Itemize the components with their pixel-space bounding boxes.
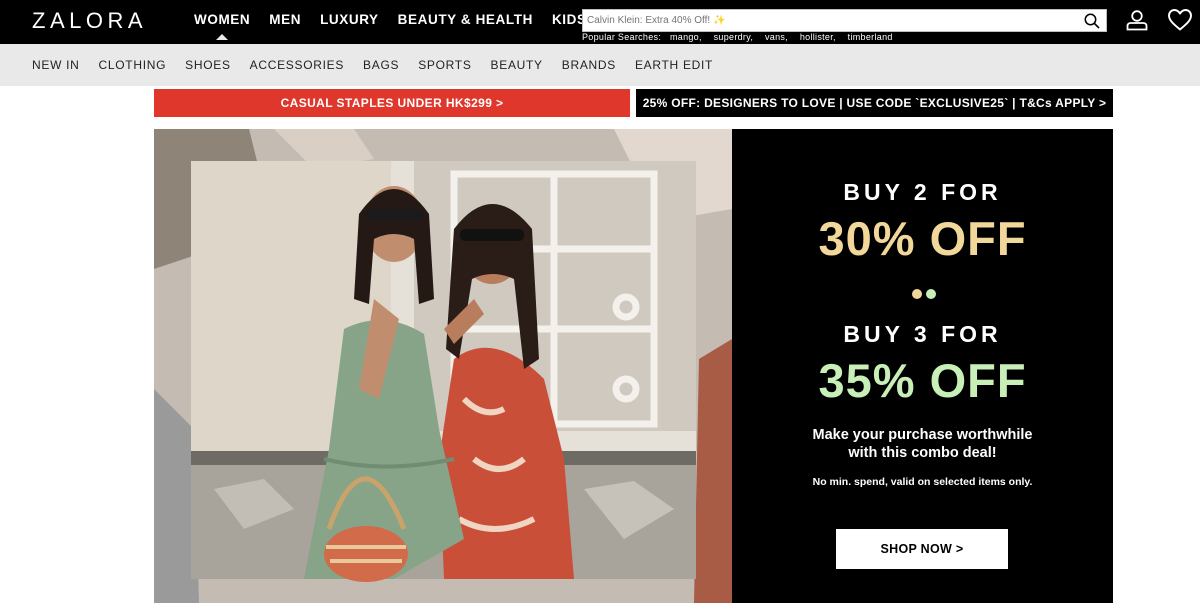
divider-dot: [912, 289, 922, 299]
nav-women[interactable]: WOMEN: [194, 12, 250, 40]
offer-buy-3-heading: BUY 3 FOR: [843, 321, 1002, 347]
category-accessories[interactable]: ACCESSORIES: [250, 58, 344, 72]
nav-men[interactable]: MEN: [269, 12, 301, 27]
promo-banner-designers[interactable]: 25% OFF: DESIGNERS TO LOVE | USE CODE `E…: [636, 89, 1113, 117]
divider-dots: [912, 286, 940, 304]
category-bags[interactable]: BAGS: [363, 58, 399, 72]
divider-dot: [926, 289, 936, 299]
offer-description: Make your purchase worthwhile with this …: [732, 426, 1113, 462]
category-clothing[interactable]: CLOTHING: [99, 58, 167, 72]
nav-beauty-health[interactable]: BEAUTY & HEALTH: [398, 12, 533, 27]
popular-search-link[interactable]: vans,: [765, 32, 788, 42]
zalora-logo[interactable]: ZALORA: [32, 8, 147, 34]
search-input[interactable]: [583, 10, 1073, 31]
popular-search-link[interactable]: timberland: [848, 32, 893, 42]
offer-buy-2-heading: BUY 2 FOR: [843, 179, 1002, 205]
shop-now-button[interactable]: SHOP NOW >: [836, 529, 1008, 569]
heart-icon[interactable]: [1167, 8, 1193, 32]
category-brands[interactable]: BRANDS: [562, 58, 616, 72]
popular-search-link[interactable]: hollister,: [800, 32, 836, 42]
promo-banner-casual-staples[interactable]: CASUAL STAPLES UNDER HK$299 >: [154, 89, 630, 117]
top-bar: ZALORA WOMEN MEN LUXURY BEAUTY & HEALTH …: [0, 0, 1200, 44]
category-new-in[interactable]: NEW IN: [32, 58, 80, 72]
offer-30-off: 30% OFF: [818, 212, 1027, 265]
offer-fine-print: No min. spend, valid on selected items o…: [812, 476, 1033, 488]
hero-offer-panel: BUY 2 FOR 30% OFF BUY 3 FOR 35% OFF Make…: [732, 129, 1113, 603]
popular-searches-label: Popular Searches:: [582, 32, 662, 42]
user-icon[interactable]: [1125, 8, 1149, 32]
main-nav: WOMEN MEN LUXURY BEAUTY & HEALTH KIDS: [194, 12, 606, 40]
popular-search-link[interactable]: superdry,: [714, 32, 754, 42]
category-beauty[interactable]: BEAUTY: [491, 58, 543, 72]
nav-luxury[interactable]: LUXURY: [320, 12, 379, 27]
category-nav: NEW IN CLOTHING SHOES ACCESSORIES BAGS S…: [0, 44, 1200, 86]
search-box: [582, 9, 1107, 32]
popular-search-link[interactable]: mango,: [670, 32, 702, 42]
category-earth-edit[interactable]: EARTH EDIT: [635, 58, 713, 72]
offer-description-line-2: with this combo deal!: [848, 445, 997, 461]
offer-35-off: 35% OFF: [818, 354, 1027, 407]
hero-image[interactable]: [154, 129, 732, 603]
category-shoes[interactable]: SHOES: [185, 58, 231, 72]
offer-description-line-1: Make your purchase worthwhile: [812, 427, 1033, 443]
category-sports[interactable]: SPORTS: [418, 58, 471, 72]
popular-searches: Popular Searches: mango, superdry, vans,…: [582, 32, 902, 42]
search-icon[interactable]: [1084, 13, 1100, 29]
hero-photo: [154, 129, 732, 603]
